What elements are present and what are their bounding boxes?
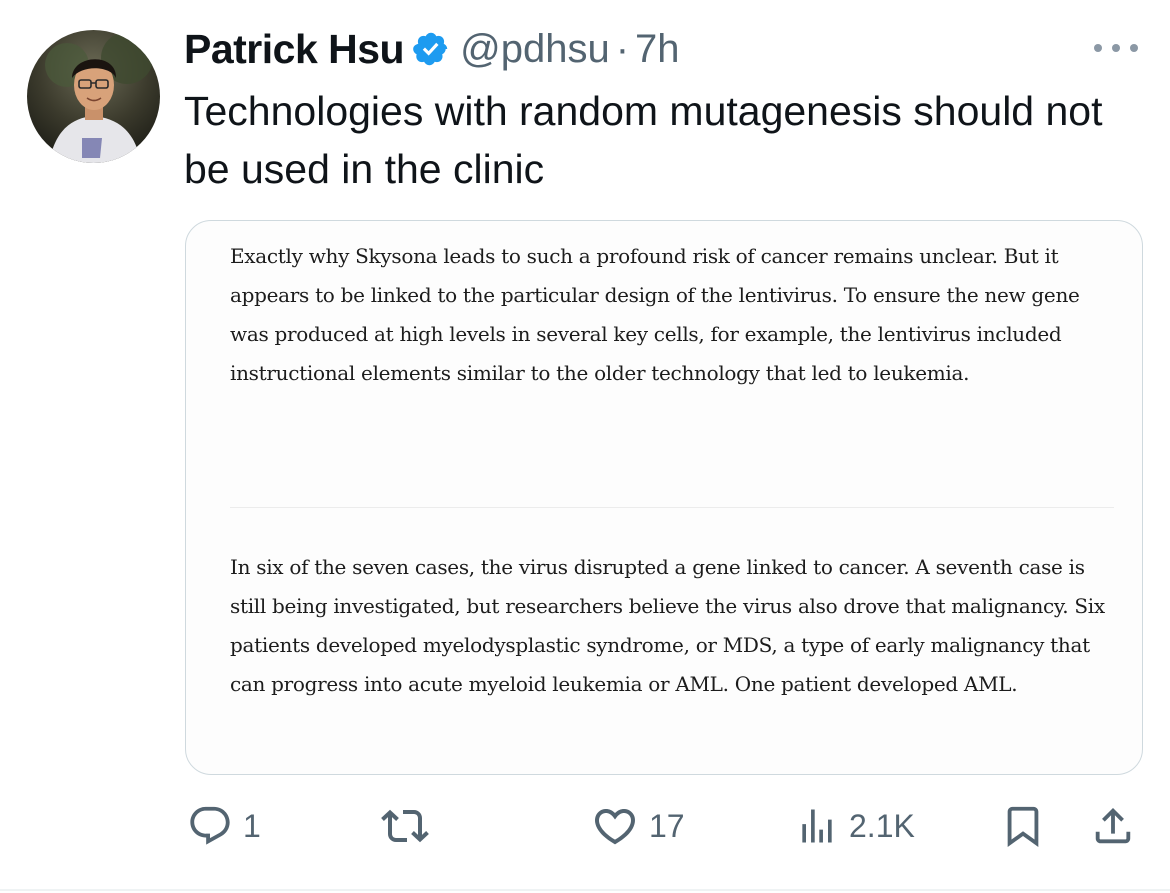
timestamp[interactable]: 7h [635,27,680,72]
reply-button[interactable]: 1 [187,800,261,852]
tweet[interactable]: Patrick Hsu @pdhsu · 7h Technologies wit… [0,0,1170,893]
tweet-divider [0,889,1170,891]
reply-count: 1 [243,807,261,844]
action-bar: 1 17 2.1K [0,800,1170,852]
heart-icon [594,809,636,845]
views-count: 2.1K [849,807,915,844]
retweet-icon [381,809,429,843]
views-button[interactable]: 2.1K [795,800,915,852]
retweet-button[interactable] [381,800,439,852]
display-name[interactable]: Patrick Hsu [184,26,405,73]
media-image[interactable]: Exactly why Skysona leads to such a prof… [185,220,1143,775]
views-icon [802,809,832,843]
separator-dot: · [615,26,630,71]
more-dot [1130,44,1138,52]
avatar-photo [27,30,160,163]
media-paragraph: Exactly why Skysona leads to such a prof… [230,244,1080,385]
share-icon [1095,807,1131,844]
handle[interactable]: @pdhsu [460,27,610,72]
reply-icon [190,806,230,845]
media-paragraph: In six of the seven cases, the virus dis… [230,555,1105,696]
bookmark-icon [1007,806,1039,847]
bookmark-button[interactable] [1000,800,1046,852]
avatar[interactable] [27,30,160,163]
more-dot [1094,44,1102,52]
verified-badge-icon[interactable] [412,30,450,68]
like-button[interactable]: 17 [591,800,685,852]
tweet-header: Patrick Hsu @pdhsu · 7h [184,22,680,76]
media-divider [230,507,1114,508]
more-dot [1112,44,1120,52]
share-button[interactable] [1090,800,1136,852]
tweet-text: Technologies with random mutagenesis sho… [184,88,1103,192]
more-icon[interactable] [1094,38,1138,58]
like-count: 17 [649,807,685,844]
